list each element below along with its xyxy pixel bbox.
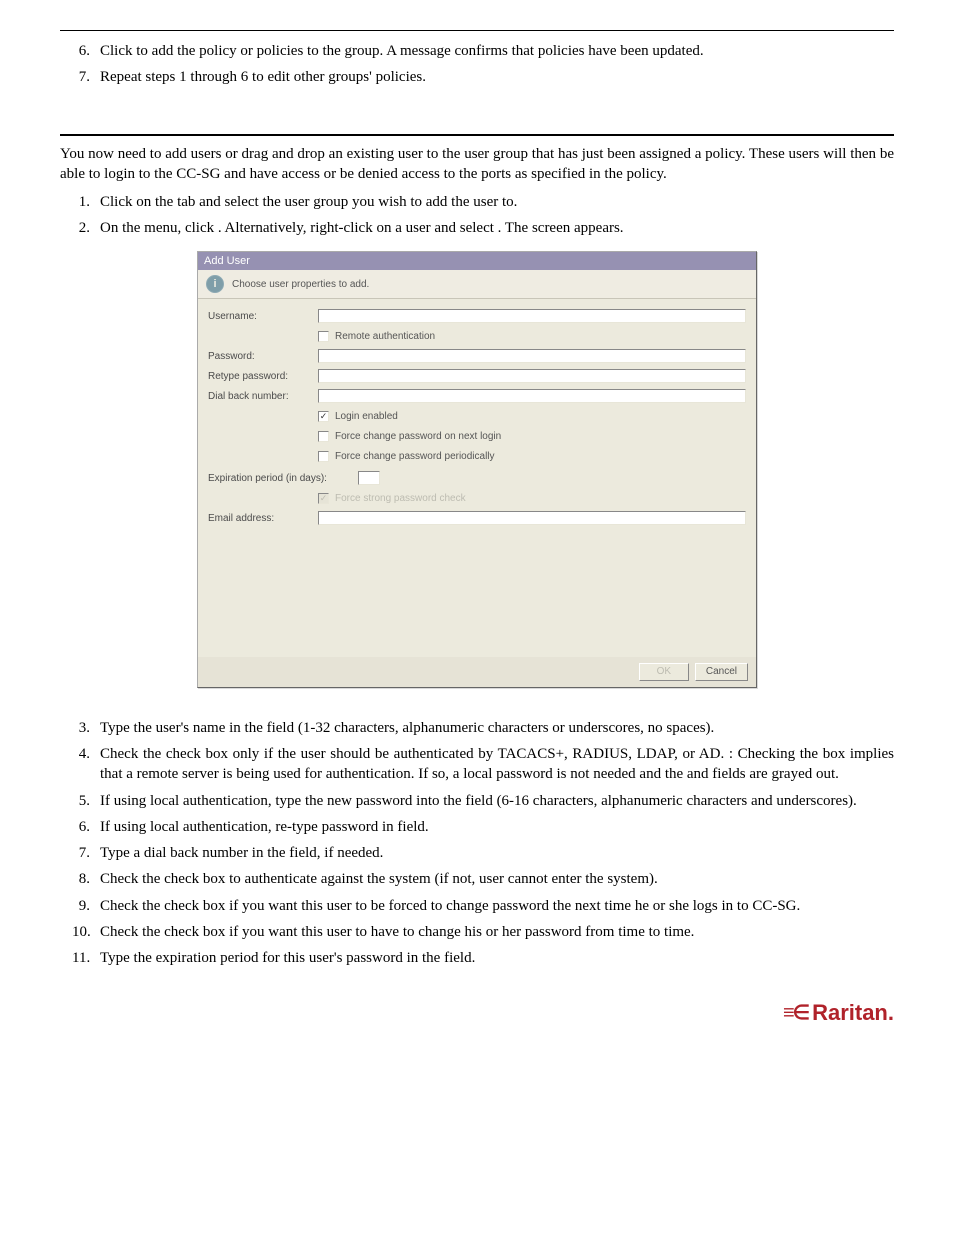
- step-number: 2.: [72, 218, 100, 238]
- list-item: 9.Check the check box if you want this u…: [60, 896, 894, 916]
- remote-auth-label: Remote authentication: [335, 330, 435, 344]
- footer: ≡∈ Raritan.: [60, 998, 894, 1028]
- list-item: 11.Type the expiration period for this u…: [60, 948, 894, 968]
- dialog-body: Username: Remote authentication Password…: [198, 299, 756, 657]
- brand-text: Raritan.: [812, 998, 894, 1028]
- username-label: Username:: [208, 310, 318, 324]
- list-item: 3.Type the user's name in the field (1-3…: [60, 718, 894, 738]
- dialog-title: Add User: [198, 252, 756, 271]
- step-number: 1.: [72, 192, 100, 212]
- cancel-button[interactable]: Cancel: [695, 663, 748, 681]
- step-text: If using local authentication, re-type p…: [100, 817, 894, 837]
- step-text: If using local authentication, type the …: [100, 791, 894, 811]
- dialog-subtitle: Choose user properties to add.: [232, 278, 369, 292]
- ok-button[interactable]: OK: [639, 663, 689, 681]
- section-rule: [60, 134, 894, 136]
- step-text: Repeat steps 1 through 6 to edit other g…: [100, 67, 894, 87]
- add-user-dialog: Add User i Choose user properties to add…: [197, 251, 757, 688]
- force-next-checkbox[interactable]: [318, 431, 329, 442]
- list-item: 6.If using local authentication, re-type…: [60, 817, 894, 837]
- force-period-checkbox[interactable]: [318, 451, 329, 462]
- list-item: 10.Check the check box if you want this …: [60, 922, 894, 942]
- logo-mark-icon: ≡∈: [783, 1000, 808, 1027]
- expiration-label: Expiration period (in days):: [208, 472, 358, 486]
- step-number: 4.: [72, 744, 100, 785]
- step-number: 7.: [72, 843, 100, 863]
- list-item: 6. Click to add the policy or policies t…: [60, 41, 894, 61]
- step-text: Click to add the policy or policies to t…: [100, 41, 894, 61]
- top-steps-list: 6. Click to add the policy or policies t…: [60, 41, 894, 88]
- force-next-label: Force change password on next login: [335, 430, 501, 444]
- email-label: Email address:: [208, 512, 318, 526]
- step-text: On the menu, click . Alternatively, righ…: [100, 218, 894, 238]
- password-input[interactable]: [318, 349, 746, 363]
- dialog-header: i Choose user properties to add.: [198, 270, 756, 299]
- step-text: Type the expiration period for this user…: [100, 948, 894, 968]
- dialback-label: Dial back number:: [208, 390, 318, 404]
- info-icon: i: [206, 275, 224, 293]
- step-text: Type a dial back number in the field, if…: [100, 843, 894, 863]
- strong-pw-checkbox: ✓: [318, 493, 329, 504]
- step-text: Check the check box if you want this use…: [100, 896, 894, 916]
- strong-pw-label: Force strong password check: [335, 492, 466, 506]
- step-number: 6.: [72, 41, 100, 61]
- step-text: Check the check box if you want this use…: [100, 922, 894, 942]
- login-enabled-label: Login enabled: [335, 410, 398, 424]
- list-item: 4.Check the check box only if the user s…: [60, 744, 894, 785]
- email-input[interactable]: [318, 511, 746, 525]
- pre-dialog-steps: 1. Click on the tab and select the user …: [60, 192, 894, 239]
- force-period-label: Force change password periodically: [335, 450, 495, 464]
- dialback-input[interactable]: [318, 389, 746, 403]
- list-item: 7.Type a dial back number in the field, …: [60, 843, 894, 863]
- step-number: 10.: [72, 922, 100, 942]
- step-text: Check the check box only if the user sho…: [100, 744, 894, 785]
- step-text: Click on the tab and select the user gro…: [100, 192, 894, 212]
- step-text: Type the user's name in the field (1-32 …: [100, 718, 894, 738]
- password-label: Password:: [208, 350, 318, 364]
- username-input[interactable]: [318, 309, 746, 323]
- section-intro: You now need to add users or drag and dr…: [60, 144, 894, 185]
- retype-input[interactable]: [318, 369, 746, 383]
- dialog-buttons: OK Cancel: [198, 657, 756, 687]
- list-item: 7. Repeat steps 1 through 6 to edit othe…: [60, 67, 894, 87]
- expiration-input[interactable]: [358, 471, 380, 485]
- step-number: 3.: [72, 718, 100, 738]
- remote-auth-checkbox[interactable]: [318, 331, 329, 342]
- list-item: 8.Check the check box to authenticate ag…: [60, 869, 894, 889]
- step-number: 6.: [72, 817, 100, 837]
- step-number: 5.: [72, 791, 100, 811]
- retype-label: Retype password:: [208, 370, 318, 384]
- list-item: 2. On the menu, click . Alternatively, r…: [60, 218, 894, 238]
- post-dialog-steps: 3.Type the user's name in the field (1-3…: [60, 718, 894, 969]
- list-item: 1. Click on the tab and select the user …: [60, 192, 894, 212]
- step-text: Check the check box to authenticate agai…: [100, 869, 894, 889]
- list-item: 5.If using local authentication, type th…: [60, 791, 894, 811]
- step-number: 8.: [72, 869, 100, 889]
- brand-logo: ≡∈ Raritan.: [783, 998, 894, 1028]
- login-enabled-checkbox[interactable]: ✓: [318, 411, 329, 422]
- top-rule: [60, 30, 894, 31]
- step-number: 11.: [72, 948, 100, 968]
- step-number: 7.: [72, 67, 100, 87]
- step-number: 9.: [72, 896, 100, 916]
